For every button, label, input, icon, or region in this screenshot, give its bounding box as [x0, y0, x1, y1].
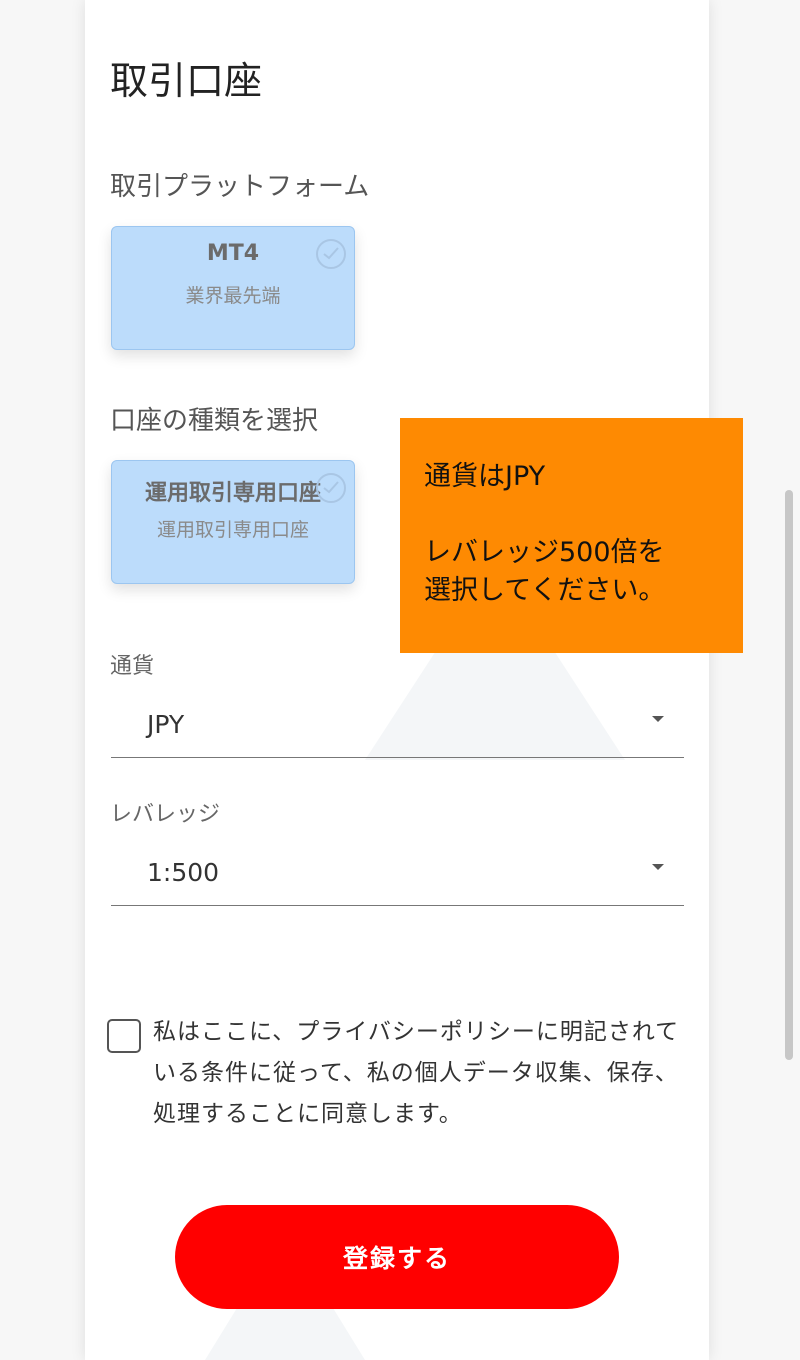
callout-line-2: レバレッジ500倍を [424, 537, 665, 568]
form-card [85, 0, 709, 1360]
consent-text: 私はここに、プライバシーポリシーに明記されている条件に従って、私の個人データ収集… [153, 1019, 680, 1127]
leverage-label: レバレッジ [110, 802, 221, 827]
platform-option-subtitle: 業界最先端 [185, 285, 281, 307]
callout-line-3: 選択してください。 [424, 575, 666, 606]
account-type-option-subtitle: 運用取引専用口座 [156, 519, 309, 541]
platform-section-label: 取引プラットフォーム [110, 172, 370, 202]
page-title: 取引口座 [110, 59, 263, 103]
instruction-callout: 通貨はJPY レバレッジ500倍を 選択してください。 [400, 418, 743, 653]
account-type-option[interactable]: 運用取引専用口座 運用取引専用口座 [111, 460, 355, 584]
check-circle-icon [316, 239, 346, 269]
account-type-section-label: 口座の種類を選択 [110, 406, 319, 436]
register-button[interactable]: 登録する [175, 1205, 619, 1309]
currency-label: 通貨 [110, 654, 155, 679]
scrollbar[interactable] [785, 490, 793, 1060]
currency-value: JPY [147, 710, 185, 739]
platform-option-mt4[interactable]: MT4 業界最先端 [111, 226, 355, 350]
chevron-down-icon [652, 864, 664, 870]
leverage-value: 1:500 [147, 858, 220, 887]
leverage-select[interactable]: 1:500 [111, 846, 684, 906]
check-circle-icon [316, 473, 346, 503]
currency-select[interactable]: JPY [111, 698, 684, 758]
consent-checkbox[interactable] [107, 1019, 141, 1053]
callout-line-1: 通貨はJPY [424, 461, 546, 492]
chevron-down-icon [652, 716, 664, 722]
